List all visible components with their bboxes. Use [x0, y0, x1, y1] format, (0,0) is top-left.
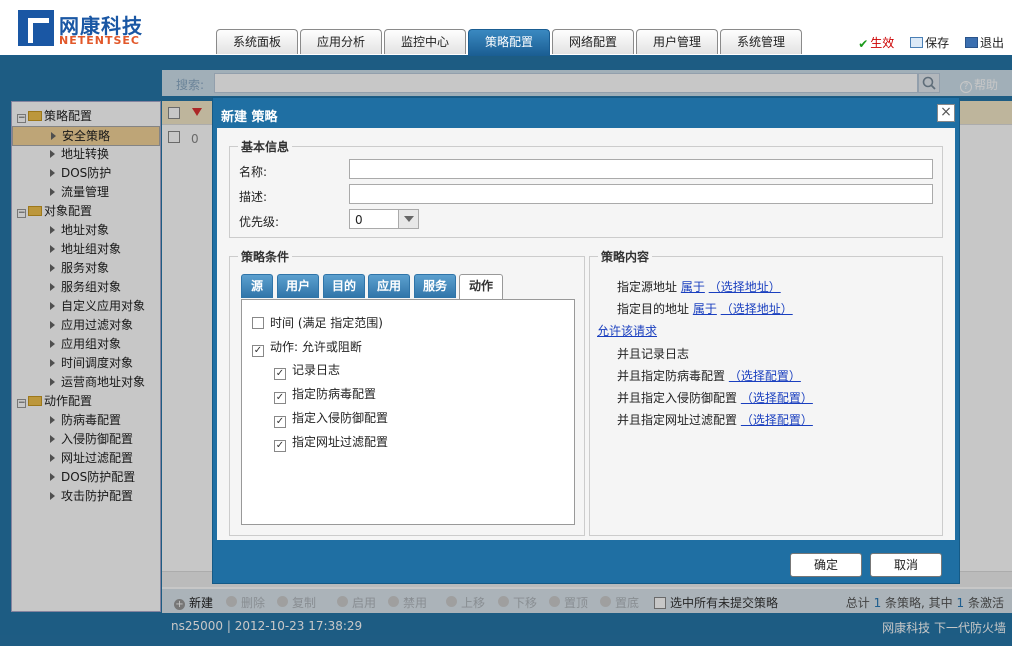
condition-item-3[interactable]: ✓ 指定防病毒配置	[274, 385, 376, 404]
tab-2[interactable]: 监控中心	[384, 29, 466, 54]
condition-tab-3[interactable]: 应用	[368, 274, 410, 298]
source-belongs-link[interactable]: 属于	[681, 280, 705, 294]
condition-tabs: 源用户 目的 应用 服务 动作	[241, 274, 577, 300]
source-select-link[interactable]: （选择地址）	[709, 280, 781, 294]
close-icon[interactable]: ×	[937, 104, 955, 122]
logout-icon	[964, 37, 978, 48]
logo-en: NETENTSEC	[59, 34, 140, 47]
tab-1[interactable]: 应用分析	[300, 29, 382, 54]
content-legend: 策略内容	[601, 250, 650, 264]
condition-tab-5[interactable]: 动作	[459, 274, 503, 299]
condition-label: 指定网址过滤配置	[292, 435, 389, 449]
basic-info-legend: 基本信息	[241, 140, 290, 154]
content-url-filter: 并且指定网址过滤配置 （选择配置）	[617, 413, 813, 427]
save-button[interactable]: 保存	[904, 36, 949, 50]
logo: 网康科技 NETENTSEC	[18, 10, 150, 48]
content-allow: 允许该请求	[597, 322, 657, 339]
new-policy-dialog: 新建 策略 × 基本信息 名称: 描述: 优先级: 0 策略条件 源用户 目的 应用…	[212, 97, 960, 584]
tab-0[interactable]: 系统面板	[216, 29, 298, 54]
condition-checkbox[interactable]	[252, 317, 264, 329]
content-antivirus: 并且指定防病毒配置 （选择配置）	[617, 369, 801, 383]
condition-label: 动作: 允许或阻断	[270, 340, 362, 354]
ips-select-link[interactable]: （选择配置）	[741, 391, 813, 405]
condition-checkbox[interactable]: ✓	[274, 416, 286, 428]
tab-5[interactable]: 用户管理	[636, 29, 718, 54]
destination-belongs-link[interactable]: 属于	[693, 302, 717, 316]
tab-4[interactable]: 网络配置	[552, 29, 634, 54]
cancel-button[interactable]: 取消	[870, 553, 942, 577]
description-label: 描述:	[239, 190, 268, 204]
url-filter-select-link[interactable]: （选择配置）	[741, 413, 813, 427]
top-header: 网康科技 NETENTSEC ✔ 生效 保存 退出 系统面板 应用分析 监控中心 策略配…	[0, 0, 1012, 56]
condition-item-1[interactable]: ✓ 动作: 允许或阻断	[252, 338, 362, 357]
save-icon	[910, 37, 924, 48]
chevron-down-icon	[398, 210, 418, 228]
condition-tab-2[interactable]: 目的	[323, 274, 365, 298]
content-destination: 指定目的地址 属于 （选择地址）	[617, 302, 793, 316]
logout-button[interactable]: 退出	[959, 36, 1004, 50]
logo-mark-icon	[18, 10, 54, 46]
condition-item-2[interactable]: ✓ 记录日志	[274, 361, 340, 380]
destination-select-link[interactable]: （选择地址）	[721, 302, 793, 316]
allow-request-link[interactable]: 允许该请求	[597, 324, 657, 338]
top-actions: ✔ 生效 保存 退出	[846, 34, 1004, 51]
apply-button[interactable]: ✔ 生效	[852, 36, 894, 51]
name-label: 名称:	[239, 165, 268, 179]
dialog-body: 基本信息 名称: 描述: 优先级: 0 策略条件 源用户 目的 应用 服务 动作 策略内…	[217, 128, 955, 540]
condition-checkbox[interactable]: ✓	[274, 368, 286, 380]
tab-3[interactable]: 策略配置	[468, 29, 550, 56]
condition-tab-0[interactable]: 源	[241, 274, 273, 298]
ok-button[interactable]: 确定	[790, 553, 862, 577]
condition-label: 指定入侵防御配置	[292, 411, 389, 425]
condition-tab-4[interactable]: 服务	[414, 274, 456, 298]
condition-checkbox[interactable]: ✓	[274, 440, 286, 452]
dialog-title: 新建 策略	[221, 110, 278, 125]
antivirus-select-link[interactable]: （选择配置）	[729, 369, 801, 383]
condition-item-0[interactable]: 时间 (满足 指定范围)	[252, 314, 383, 331]
check-icon: ✔	[858, 37, 869, 51]
tab-6[interactable]: 系统管理	[720, 29, 802, 54]
name-input[interactable]	[349, 159, 933, 179]
priority-label: 优先级:	[239, 215, 280, 229]
priority-select[interactable]: 0	[349, 209, 419, 229]
content-source: 指定源地址 属于 （选择地址）	[617, 280, 781, 294]
condition-label: 记录日志	[292, 363, 341, 377]
condition-checkbox[interactable]: ✓	[252, 345, 264, 357]
condition-item-4[interactable]: ✓ 指定入侵防御配置	[274, 409, 388, 428]
content-ips: 并且指定入侵防御配置 （选择配置）	[617, 391, 813, 405]
condition-label: 指定防病毒配置	[292, 387, 377, 401]
condition-label: 时间 (满足 指定范围)	[270, 316, 383, 330]
conditions-legend: 策略条件	[241, 250, 290, 264]
condition-checkbox[interactable]: ✓	[274, 392, 286, 404]
condition-item-5[interactable]: ✓ 指定网址过滤配置	[274, 433, 388, 452]
description-input[interactable]	[349, 184, 933, 204]
content-log: 并且记录日志	[617, 347, 690, 361]
condition-tab-1[interactable]: 用户	[277, 274, 319, 298]
